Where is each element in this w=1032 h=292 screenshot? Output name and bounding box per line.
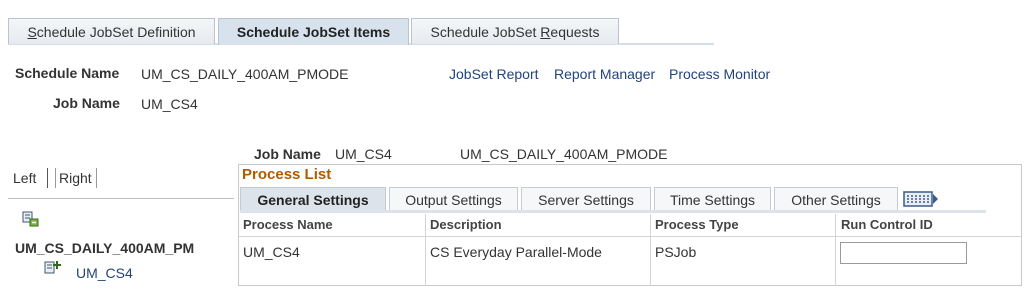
- column-divider: [425, 214, 426, 286]
- tab-underline: [240, 210, 986, 213]
- tab-schedule-jobset-requests[interactable]: Schedule JobSet Requests: [411, 18, 619, 44]
- tab-other-settings[interactable]: Other Settings: [774, 187, 898, 211]
- tree-child-link[interactable]: UM_CS4: [76, 265, 133, 281]
- tab-output-settings[interactable]: Output Settings: [389, 187, 518, 211]
- schedule-name-label: Schedule Name: [15, 65, 120, 81]
- tab-server-settings[interactable]: Server Settings: [521, 187, 651, 211]
- row-description: CS Everyday Parallel-Mode: [430, 244, 602, 260]
- tab-label: Schedule JobSet Items: [236, 24, 391, 40]
- tab-label-accesskey: R: [540, 24, 551, 40]
- show-all-columns-icon[interactable]: [903, 190, 939, 208]
- col-process-type: Process Type: [655, 214, 739, 236]
- process-monitor-link[interactable]: Process Monitor: [669, 66, 770, 82]
- left-button[interactable]: Left: [13, 168, 36, 188]
- column-divider: [650, 214, 651, 286]
- tab-schedule-jobset-definition[interactable]: Schedule JobSet Definition: [8, 18, 215, 44]
- divider: [47, 168, 48, 188]
- col-run-control-id: Run Control ID: [841, 214, 933, 236]
- tree-collapse-icon[interactable]: [22, 210, 40, 228]
- jobset-report-link[interactable]: JobSet Report: [449, 66, 539, 82]
- tab-label: Schedule JobSet: [430, 24, 541, 40]
- divider: [8, 198, 234, 199]
- schedule-name-value: UM_CS_DAILY_400AM_PMODE: [141, 66, 349, 82]
- tab-label: equests: [550, 24, 600, 40]
- job-name-label: Job Name: [53, 95, 120, 111]
- detail-job-name-label: Job Name: [254, 146, 321, 162]
- row-process-type: PSJob: [655, 244, 697, 260]
- job-name-value: UM_CS4: [141, 96, 198, 112]
- detail-job-name-value: UM_CS4: [335, 146, 392, 162]
- row-process-name: UM_CS4: [243, 244, 300, 260]
- column-divider: [835, 214, 836, 286]
- col-process-name: Process Name: [243, 214, 333, 236]
- tab-label: chedule JobSet Definition: [36, 24, 196, 40]
- process-list-title: Process List: [242, 166, 332, 183]
- tab-time-settings[interactable]: Time Settings: [654, 187, 771, 211]
- report-manager-link[interactable]: Report Manager: [554, 66, 655, 82]
- tab-general-settings[interactable]: General Settings: [240, 187, 386, 211]
- tree-node-icon: [44, 259, 62, 277]
- right-button[interactable]: Right: [55, 168, 97, 188]
- tab-label-accesskey: S: [27, 24, 37, 40]
- run-control-id-input[interactable]: [840, 242, 967, 264]
- tree-root-node: UM_CS_DAILY_400AM_PM: [15, 240, 195, 256]
- detail-schedule-value: UM_CS_DAILY_400AM_PMODE: [460, 146, 668, 162]
- tab-schedule-jobset-items[interactable]: Schedule JobSet Items: [218, 18, 409, 45]
- col-description: Description: [430, 214, 502, 236]
